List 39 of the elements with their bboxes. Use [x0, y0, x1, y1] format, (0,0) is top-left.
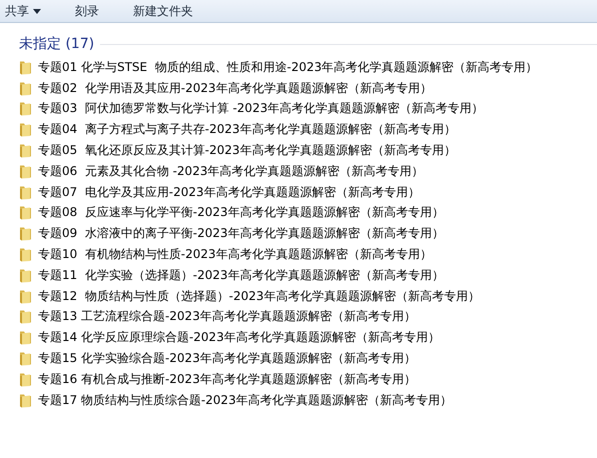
caret-icon [33, 8, 41, 14]
toolbar-button[interactable]: 新建文件夹 [130, 0, 196, 22]
folder-icon [19, 122, 33, 138]
folder-icon [19, 288, 33, 304]
folder-item[interactable]: 专题08 反应速率与化学平衡-2023年高考化学真题题源解密（新高考专用） [19, 202, 597, 224]
folder-icon [19, 268, 33, 283]
folder-item[interactable]: 专题01 化学与STSE 物质的组成、性质和用途-2023年高考化学真题题源解密（新高考专用） [19, 57, 597, 78]
folder-item[interactable]: 专题11 化学实验（选择题）-2023年高考化学真题题源解密（新高考专用） [19, 264, 597, 286]
folder-icon [19, 80, 33, 96]
folder-icon [19, 143, 33, 158]
folder-item[interactable]: 专题09 水溶液中的离子平衡-2023年高考化学真题题源解密（新高考专用） [19, 223, 597, 244]
folder-item[interactable]: 专题03 阿伏加德罗常数与化学计算 -2023年高考化学真题题源解密（新高考专用） [19, 98, 597, 120]
folder-item[interactable]: 专题16 有机合成与推断-2023年高考化学真题题源解密（新高考专用） [19, 368, 597, 390]
folder-item[interactable]: 专题07 电化学及其应用-2023年高考化学真题题源解密（新高考专用） [19, 182, 597, 203]
folder-item[interactable]: 专题15 化学实验综合题-2023年高考化学真题题源解密（新高考专用） [19, 348, 597, 369]
folder-icon [19, 372, 33, 387]
folder-icon [19, 351, 33, 366]
folder-item[interactable]: 专题17 物质结构与性质综合题-2023年高考化学真题题源解密（新高考专用） [19, 390, 597, 411]
folder-icon [19, 309, 33, 324]
folder-icon [19, 60, 33, 75]
folder-item[interactable]: 专题06 元素及其化合物 -2023年高考化学真题题源解密（新高考专用） [19, 160, 597, 182]
folder-item[interactable]: 专题14 化学反应原理综合题-2023年高考化学真题题源解密（新高考专用） [19, 327, 597, 348]
folder-icon [19, 205, 33, 220]
folder-icon [19, 226, 33, 242]
folder-icon [19, 101, 33, 116]
folder-icon [19, 184, 33, 200]
group-title[interactable]: 未指定 (17) [19, 35, 94, 53]
folder-icon [19, 247, 33, 262]
folder-item[interactable]: 专题12 物质结构与性质（选择题）-2023年高考化学真题题源解密（新高考专用） [19, 286, 597, 307]
folder-item[interactable]: 专题05 氧化还原反应及其计算-2023年高考化学真题题源解密（新高考专用） [19, 140, 597, 161]
folder-icon [19, 330, 33, 346]
folder-item[interactable]: 专题04 离子方程式与离子共存-2023年高考化学真题题源解密（新高考专用） [19, 119, 597, 140]
share-menu-button[interactable]: 共享 [2, 0, 44, 22]
folder-item[interactable]: 专题02 化学用语及其应用-2023年高考化学真题题源解密（新高考专用） [19, 78, 597, 99]
toolbar-button[interactable]: 刻录 [72, 0, 102, 22]
folder-item[interactable]: 专题13 工艺流程综合题-2023年高考化学真题题源解密（新高考专用） [19, 306, 597, 328]
folder-item[interactable]: 专题10 有机物结构与性质-2023年高考化学真题题源解密（新高考专用） [19, 244, 597, 265]
folder-icon [19, 164, 33, 179]
folder-icon [19, 392, 33, 408]
